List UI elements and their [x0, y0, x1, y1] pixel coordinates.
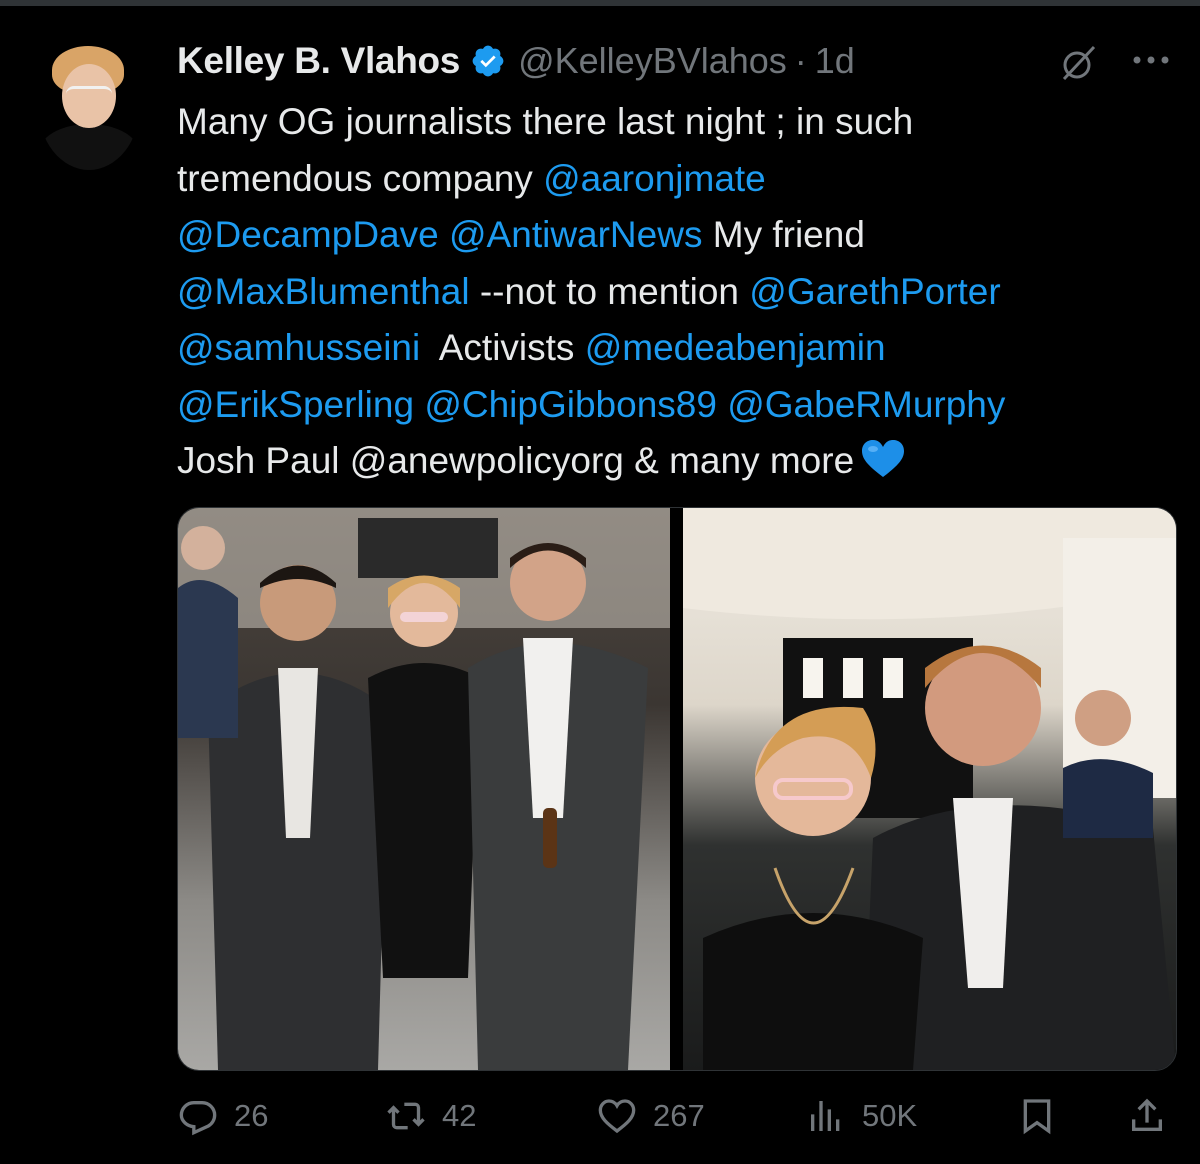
tweet-line: Josh Paul @anewpolicyorg & many more: [177, 433, 1177, 490]
blue-heart-icon: [862, 440, 905, 477]
views-count: 50K: [862, 1098, 918, 1133]
verified-badge-icon[interactable]: [470, 43, 506, 79]
photo-right-illustration: [683, 508, 1176, 1070]
mention-link[interactable]: @AntiwarNews: [449, 214, 702, 255]
text-segment: tremendous company: [177, 157, 544, 199]
text-segment: Many OG journalists there last night ; i…: [177, 101, 914, 142]
reply-count: 26: [234, 1098, 269, 1133]
top-divider: [0, 0, 1200, 6]
tweet-time[interactable]: 1d: [815, 40, 855, 82]
photo-group-of-three[interactable]: [178, 508, 670, 1070]
mention-link[interactable]: @GabeRMurphy: [727, 384, 1005, 425]
author-name[interactable]: Kelley B. Vlahos: [177, 40, 460, 82]
avatar-glasses: [66, 86, 112, 103]
reply-button[interactable]: 26: [178, 1088, 268, 1144]
action-bar: 26 42 267 50K: [0, 1088, 1200, 1144]
mention-link[interactable]: @aaronjmate: [543, 158, 766, 199]
like-button[interactable]: 267: [597, 1088, 705, 1144]
heart-icon: [598, 1099, 636, 1134]
separator-dot: ·: [794, 40, 807, 81]
mention-link[interactable]: @medeabenjamin: [585, 327, 886, 368]
text-segment: --not to mention: [469, 270, 750, 312]
reply-icon: [179, 1101, 217, 1136]
views-icon: [811, 1101, 840, 1131]
mention-link[interactable]: @GarethPorter: [749, 271, 1000, 312]
tweet-line: @MaxBlumenthal --not to mention @GarethP…: [177, 264, 1177, 321]
repost-count: 42: [442, 1098, 477, 1133]
mention-link[interactable]: @MaxBlumenthal: [177, 271, 470, 312]
mention-link[interactable]: @ErikSperling: [177, 384, 414, 425]
mention-link[interactable]: @samhusseini: [177, 327, 420, 368]
share-button[interactable]: [1127, 1088, 1183, 1144]
tweet-line: tremendous company @aaronjmate: [177, 151, 1177, 208]
tweet-header: Kelley B. Vlahos @KelleyBVlahos · 1d: [177, 38, 855, 84]
text-segment: [439, 214, 449, 255]
grok-icon[interactable]: [1058, 43, 1098, 83]
mention-link[interactable]: @DecampDave: [177, 214, 439, 255]
photo-pair[interactable]: [683, 508, 1176, 1070]
mention-link[interactable]: @ChipGibbons89: [424, 384, 717, 425]
media-grid: [177, 507, 1177, 1071]
bookmark-icon: [1023, 1099, 1051, 1135]
text-segment: [717, 384, 727, 425]
text-segment: My friend: [702, 214, 865, 255]
views-button[interactable]: 50K: [806, 1088, 917, 1144]
text-segment: [414, 384, 424, 425]
avatar[interactable]: [38, 40, 140, 170]
author-handle[interactable]: @KelleyBVlahos: [518, 40, 787, 82]
repost-button[interactable]: 42: [386, 1088, 476, 1144]
tweet-text: Many OG journalists there last night ; i…: [177, 94, 1177, 490]
text-segment: Josh Paul @anewpolicyorg & many more: [177, 440, 855, 481]
repost-icon: [387, 1102, 425, 1130]
media-separator: [670, 508, 683, 1070]
share-icon: [1132, 1098, 1162, 1131]
avatar-body: [38, 124, 140, 170]
photo-left-illustration: [178, 508, 670, 1070]
tweet-line: @DecampDave @AntiwarNews My friend: [177, 207, 1177, 264]
tweet-line: Many OG journalists there last night ; i…: [177, 94, 1177, 151]
text-segment: Activists: [420, 327, 585, 368]
like-count: 267: [653, 1098, 705, 1133]
more-icon[interactable]: [1127, 48, 1175, 72]
tweet-line: @samhusseini Activists @medeabenjamin: [177, 320, 1177, 377]
tweet-line: @ErikSperling @ChipGibbons89 @GabeRMurph…: [177, 377, 1177, 434]
bookmark-button[interactable]: [1017, 1088, 1073, 1144]
